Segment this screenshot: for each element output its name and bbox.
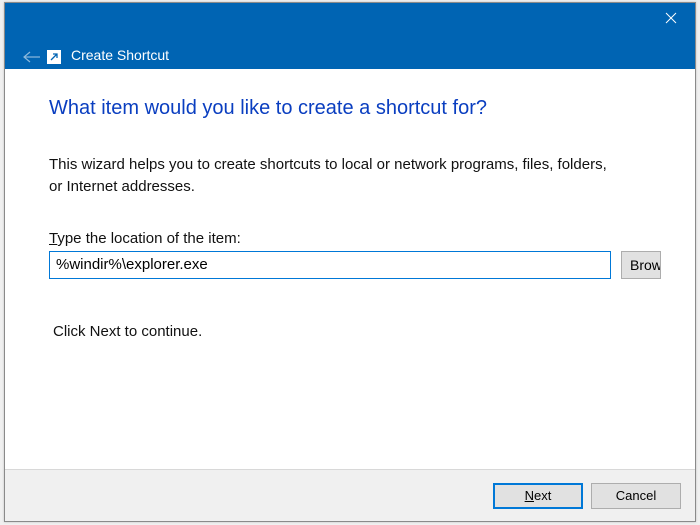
location-label-text: ype the location of the item: <box>57 230 240 247</box>
browse-hotkey: B <box>630 257 639 273</box>
wizard-content: What item would you like to create a sho… <box>5 69 695 469</box>
close-icon <box>665 12 677 24</box>
create-shortcut-wizard: Create Shortcut What item would you like… <box>4 2 696 522</box>
next-text: ext <box>534 488 551 503</box>
location-row: Browse... <box>49 251 689 279</box>
close-button[interactable] <box>647 3 695 33</box>
wizard-heading: What item would you like to create a sho… <box>49 97 695 120</box>
wizard-description: This wizard helps you to create shortcut… <box>49 154 695 198</box>
arrow-icon <box>49 52 59 62</box>
back-button <box>19 47 45 67</box>
browse-button[interactable]: Browse... <box>621 251 661 279</box>
location-input[interactable] <box>49 251 611 279</box>
cancel-button[interactable]: Cancel <box>591 483 681 509</box>
wizard-footer: Next Cancel <box>5 469 695 521</box>
next-hotkey: N <box>525 488 534 503</box>
window-title: Create Shortcut <box>71 47 169 63</box>
back-arrow-icon <box>22 50 42 64</box>
continue-text: Click Next to continue. <box>53 323 695 340</box>
shortcut-page-icon <box>47 50 61 64</box>
browse-text: rowse... <box>639 257 661 273</box>
titlebar: Create Shortcut <box>5 3 695 69</box>
next-button[interactable]: Next <box>493 483 583 509</box>
location-label: Type the location of the item: <box>49 230 695 247</box>
